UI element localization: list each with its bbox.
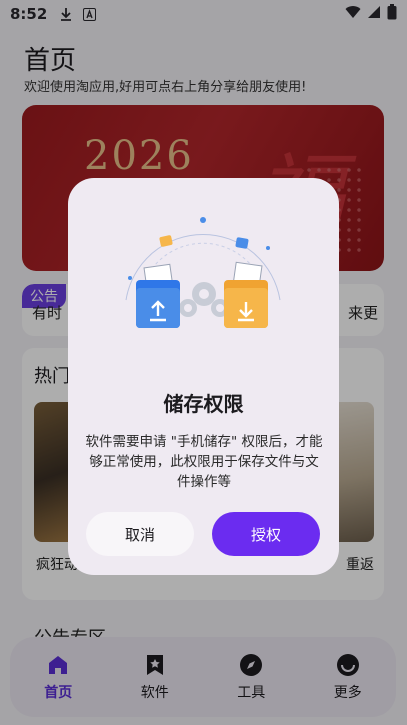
dialog-message: 软件需要申请 "手机储存" 权限后，才能够正常使用，此权限用于保存文件与文件操作… [85,434,323,490]
storage-permission-dialog: 储存权限 软件需要申请 "手机储存" 权限后，才能够正常使用，此权限用于保存文件… [68,178,339,575]
battery-icon [387,4,397,24]
dialog-title: 储存权限 [163,392,244,416]
download-icon [59,7,73,21]
folder-sync-illustration [118,208,288,338]
wifi-icon [345,5,361,23]
cancel-button[interactable]: 取消 [86,512,194,556]
status-bar: 8:52 [0,0,407,28]
grant-permission-button[interactable]: 授权 [212,512,320,556]
status-time: 8:52 [10,5,48,23]
signal-icon [367,5,381,23]
app-notification-icon [83,7,97,21]
